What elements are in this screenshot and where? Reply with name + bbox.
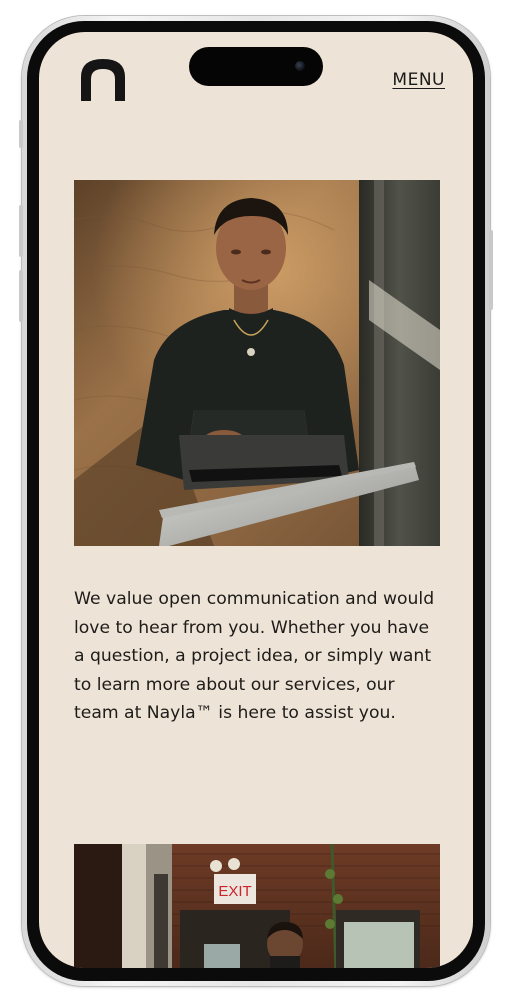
exit-sign-text: EXIT (218, 883, 251, 900)
menu-link[interactable]: MENU (392, 70, 445, 90)
intro-text: We value open communication and would lo… (74, 589, 435, 724)
camera-icon (295, 61, 305, 71)
volume-up-button (19, 205, 23, 257)
man-with-laptop-photo (74, 180, 440, 546)
action-button (19, 120, 23, 148)
arch-logo-icon[interactable] (79, 57, 127, 103)
volume-down-button (19, 270, 23, 322)
power-button (489, 230, 493, 310)
office-photo: EXIT (74, 844, 440, 968)
dynamic-island (189, 47, 323, 86)
screen: MENU We value open communication and wou… (39, 32, 473, 968)
